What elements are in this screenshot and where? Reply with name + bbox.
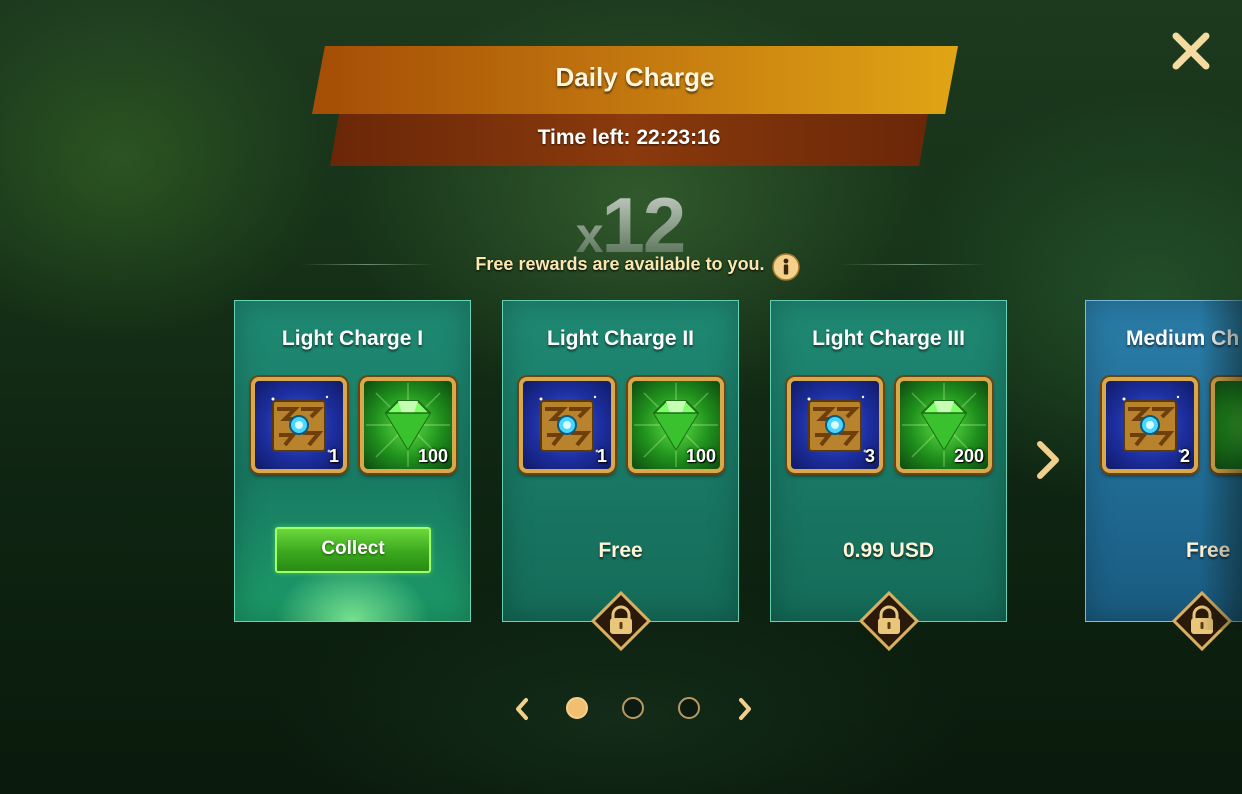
card-title: Light Charge II [547, 327, 694, 350]
item-count: 3 [864, 446, 875, 466]
reward-item-rune[interactable]: 1 [251, 377, 347, 473]
price-label[interactable]: Free [503, 539, 738, 563]
reward-item-partial[interactable] [1211, 377, 1242, 473]
reward-item-emerald[interactable]: 200 [896, 377, 992, 473]
item-count: 200 [953, 446, 984, 466]
lock-icon [859, 591, 919, 651]
close-icon [1172, 32, 1210, 70]
price-label[interactable]: Free [1186, 539, 1242, 563]
page-dot-3[interactable] [678, 697, 700, 719]
page-dot-1[interactable] [566, 697, 588, 719]
offer-card-light-charge-3: Light Charge III 3 200 0.99 USD [770, 300, 1007, 651]
item-count: 100 [417, 446, 448, 466]
reward-item-rune[interactable]: 3 [787, 377, 883, 473]
close-button[interactable] [1170, 30, 1212, 72]
offer-card-light-charge-2: Light Charge II 1 100 Free [502, 300, 739, 651]
time-left-label: Time left: 22:23:16 [537, 126, 721, 149]
card-title: Light Charge III [812, 327, 965, 350]
card-clip: Medium Ch 2 Free [1085, 300, 1242, 660]
reward-item-emerald[interactable]: 100 [360, 377, 456, 473]
free-rewards-notice: Free rewards are available to you. [475, 254, 765, 274]
lock-icon [591, 591, 651, 651]
offer-card-medium-charge: Medium Ch 2 Free [1085, 300, 1242, 651]
collect-button[interactable]: Collect [275, 527, 431, 573]
next-card-arrow[interactable] [1034, 440, 1062, 480]
price-label[interactable]: 0.99 USD [771, 539, 1006, 563]
page-dot-2[interactable] [622, 697, 644, 719]
next-page-arrow[interactable] [737, 697, 753, 721]
offer-card-light-charge-1: Light Charge I 1 100 Collect [234, 300, 471, 622]
item-count: 2 [1179, 446, 1190, 466]
reward-item-rune[interactable]: 1 [519, 377, 615, 473]
prev-page-arrow[interactable] [514, 697, 530, 721]
lock-icon [1172, 591, 1232, 651]
item-count: 1 [596, 446, 607, 466]
item-count: 1 [328, 446, 339, 466]
card-title: Medium Ch [1126, 327, 1240, 350]
page-title: Daily Charge [555, 62, 715, 92]
card-title: Light Charge I [281, 327, 424, 350]
reward-item-rune[interactable]: 2 [1102, 377, 1198, 473]
reward-item-emerald[interactable]: 100 [628, 377, 724, 473]
item-count: 100 [685, 446, 716, 466]
info-icon[interactable] [772, 253, 800, 281]
